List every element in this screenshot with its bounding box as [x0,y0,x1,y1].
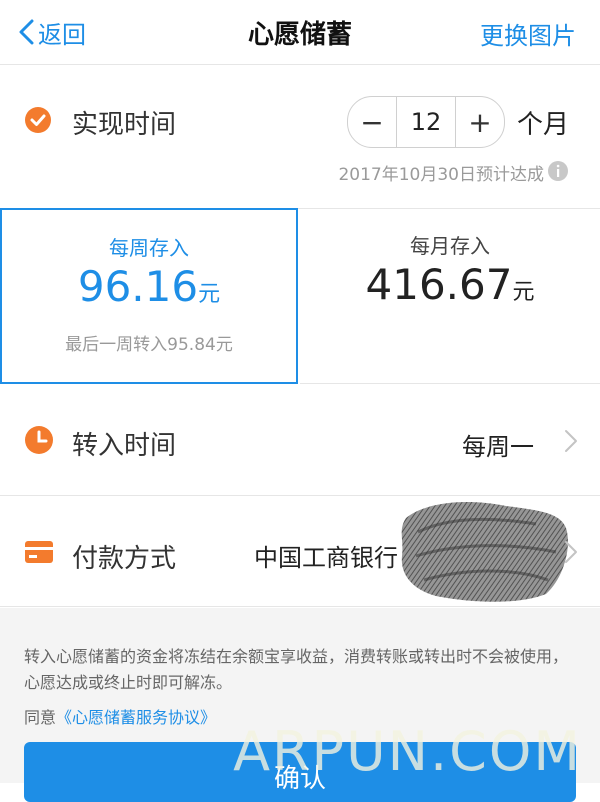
month-unit-label: 个月 [517,110,570,140]
site-watermark: ARPUN.COM [233,720,582,783]
top-nav: 返回 心愿储蓄 更换图片 [0,0,600,65]
weekly-amount-number: 96.16 [77,262,199,311]
weekly-deposit-option[interactable]: 每周存入 96.16元 最后一周转入95.84元 [0,208,298,384]
card-icon [25,541,53,563]
weekly-deposit-amount: 96.16元 [2,262,296,311]
info-icon[interactable] [547,160,569,182]
month-stepper[interactable]: − 12 + [347,96,505,148]
monthly-deposit-amount: 416.67元 [300,260,600,309]
weekly-amount-unit: 元 [198,282,221,307]
transfer-time-label: 转入时间 [72,431,177,461]
transfer-time-value: 每周一 [462,433,534,461]
redaction-scribble [401,502,568,602]
decrement-button[interactable]: − [348,97,396,147]
last-week-note: 最后一周转入95.84元 [65,335,233,355]
estimated-date-note: 2017年10月30日预计达成 [338,165,544,185]
weekly-deposit-title: 每周存入 [109,236,189,260]
check-circle-icon [25,107,51,133]
chevron-right-icon [565,430,577,452]
agree-prefix: 同意 [24,708,57,727]
monthly-amount-unit: 元 [512,280,535,305]
agreement-line: 同意《心愿储蓄服务协议》 [24,704,216,728]
month-value[interactable]: 12 [396,97,456,147]
change-image-button[interactable]: 更换图片 [480,16,576,51]
realization-time-label: 实现时间 [72,110,177,140]
service-agreement-link[interactable]: 《心愿储蓄服务协议》 [56,708,216,727]
clock-icon [25,426,53,454]
payment-method-label: 付款方式 [72,544,177,574]
freeze-notice: 转入心愿储蓄的资金将冻结在余额宝享收益，消费转账或转出时不会被使用，心愿达成或终… [24,647,569,692]
chevron-right-icon-payment [565,541,577,563]
payment-method-value: 中国工商银行 [254,544,398,572]
monthly-deposit-title: 每月存入 [410,234,490,258]
transfer-time-row[interactable]: 转入时间 每周一 [0,385,600,496]
monthly-deposit-option[interactable]: 每月存入 416.67元 [300,208,600,384]
increment-button[interactable]: + [456,97,504,147]
monthly-amount-number: 416.67 [365,260,513,309]
